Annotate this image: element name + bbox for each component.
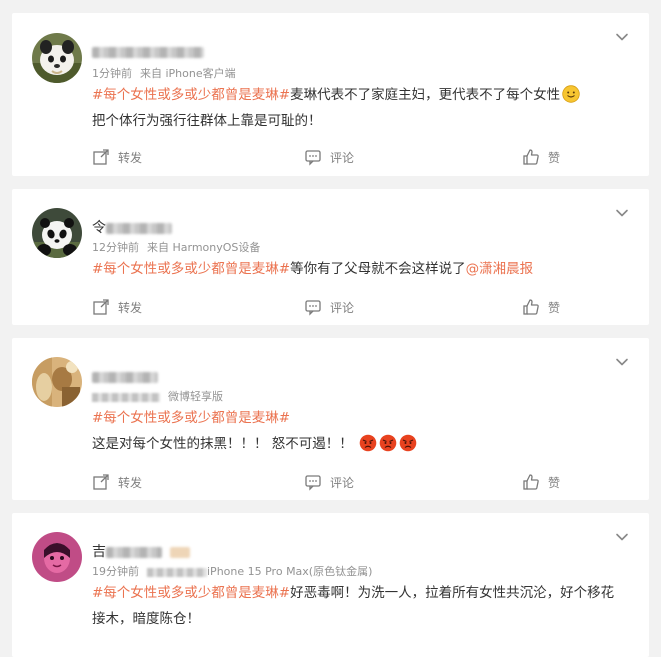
comment-icon [305,150,321,166]
post-time[interactable]: 19分钟前 [92,565,139,578]
post-card: 令 12分钟前 来自 HarmonyOS设备 #每个女性或多或少都曾是麦琳#等你有… [12,189,649,325]
post-card: 微博轻享版 #每个女性或多或少都曾是麦琳# 这是对每个女性的抹黑！！！ 怒不可遏… [12,338,649,500]
post-time[interactable]: 12分钟前 [92,241,139,254]
like-label: 赞 [548,150,561,165]
post-content: #每个女性或多或少都曾是麦琳#麦琳代表不了家庭主妇，更代表不了每个女性 把个体行… [92,82,632,134]
post-content: #每个女性或多或少都曾是麦琳#好恶毒啊！为洗一人，拉着所有女性共沉沦，好个移花 … [92,580,632,632]
post-source: 微博轻享版 [168,390,223,403]
post-source: 来自 HarmonyOS设备 [147,241,261,254]
repost-icon [93,149,109,165]
post-meta: 微博轻享版 [92,390,223,404]
hashtag-link[interactable]: #每个女性或多或少都曾是麦琳# [92,87,290,103]
hashtag-link[interactable]: #每个女性或多或少都曾是麦琳# [92,261,290,277]
chevron-down-icon[interactable] [615,530,629,544]
post-source: 来自 iPhone客户端 [140,67,236,80]
comment-button[interactable]: 评论 [304,471,354,493]
thumbs-up-icon [523,474,539,490]
post-time[interactable]: 1分钟前 [92,67,132,80]
angry-emoji-icon [359,434,377,452]
like-button[interactable]: 赞 [522,296,560,318]
chevron-down-icon[interactable] [615,30,629,44]
post-content: #每个女性或多或少都曾是麦琳#等你有了父母就不会这样说了@潇湘晨报 [92,256,632,282]
post-actions: 转发 评论 赞 [12,296,649,318]
post-meta: 19分钟前 iPhone 15 Pro Max(原色钛金属) [92,565,372,579]
repost-label: 转发 [118,475,143,490]
username[interactable]: 吉 [92,544,190,560]
comment-label: 评论 [330,300,355,315]
hashtag-link[interactable]: #每个女性或多或少都曾是麦琳# [92,585,290,601]
comment-label: 评论 [330,475,355,490]
comment-icon [305,300,321,316]
post-time-blurred [92,392,160,402]
comment-icon [305,475,321,491]
repost-icon [93,474,109,490]
angry-emoji-icon [399,434,417,452]
post-source: iPhone 15 Pro Max(原色钛金属) [207,565,373,578]
mention-link[interactable]: @潇湘晨报 [466,261,534,277]
like-label: 赞 [548,475,561,490]
post-text-line: 接木，暗度陈仓！ [92,611,200,627]
chevron-down-icon[interactable] [615,355,629,369]
post-text: 这是对每个女性的抹黑！！！ 怒不可遏！！ [92,436,353,452]
comment-label: 评论 [330,150,355,165]
post-meta: 1分钟前 来自 iPhone客户端 [92,67,236,81]
post-card: 吉 19分钟前 iPhone 15 Pro Max(原色钛金属) #每个女性或多或… [12,513,649,657]
avatar[interactable] [32,33,82,83]
thumbs-up-icon [523,149,539,165]
smile-emoji-icon [562,85,580,103]
post-source-blurred [147,567,207,577]
avatar[interactable] [32,208,82,258]
repost-button[interactable]: 转发 [92,471,142,493]
repost-button[interactable]: 转发 [92,296,142,318]
like-button[interactable]: 赞 [522,146,560,168]
avatar[interactable] [32,532,82,582]
username-visible: 令 [92,220,106,236]
username[interactable] [92,369,158,385]
comment-button[interactable]: 评论 [304,146,354,168]
repost-label: 转发 [118,150,143,165]
username[interactable]: 令 [92,220,172,236]
repost-button[interactable]: 转发 [92,146,142,168]
repost-icon [93,299,109,315]
angry-emoji-icon [379,434,397,452]
comment-button[interactable]: 评论 [304,296,354,318]
post-actions: 转发 评论 赞 [12,471,649,493]
thumbs-up-icon [523,299,539,315]
post-meta: 12分钟前 来自 HarmonyOS设备 [92,241,260,255]
post-actions: 转发 评论 赞 [12,146,649,168]
username-visible: 吉 [92,544,106,560]
like-label: 赞 [548,300,561,315]
post-content: #每个女性或多或少都曾是麦琳# 这是对每个女性的抹黑！！！ 怒不可遏！！ [92,405,632,457]
post-text: 等你有了父母就不会这样说了 [290,261,466,277]
post-text-line: 把个体行为强行往群体上靠是可耻的！ [92,113,322,129]
post-text: 麦琳代表不了家庭主妇，更代表不了每个女性 [290,87,561,103]
repost-label: 转发 [118,300,143,315]
post-text: 好恶毒啊！为洗一人，拉着所有女性共沉沦，好个移花 [290,585,615,601]
like-button[interactable]: 赞 [522,471,560,493]
chevron-down-icon[interactable] [615,206,629,220]
hashtag-link[interactable]: #每个女性或多或少都曾是麦琳# [92,410,290,426]
username[interactable] [92,44,204,60]
avatar[interactable] [32,357,82,407]
post-card: 1分钟前 来自 iPhone客户端 #每个女性或多或少都曾是麦琳#麦琳代表不了家庭… [12,13,649,176]
